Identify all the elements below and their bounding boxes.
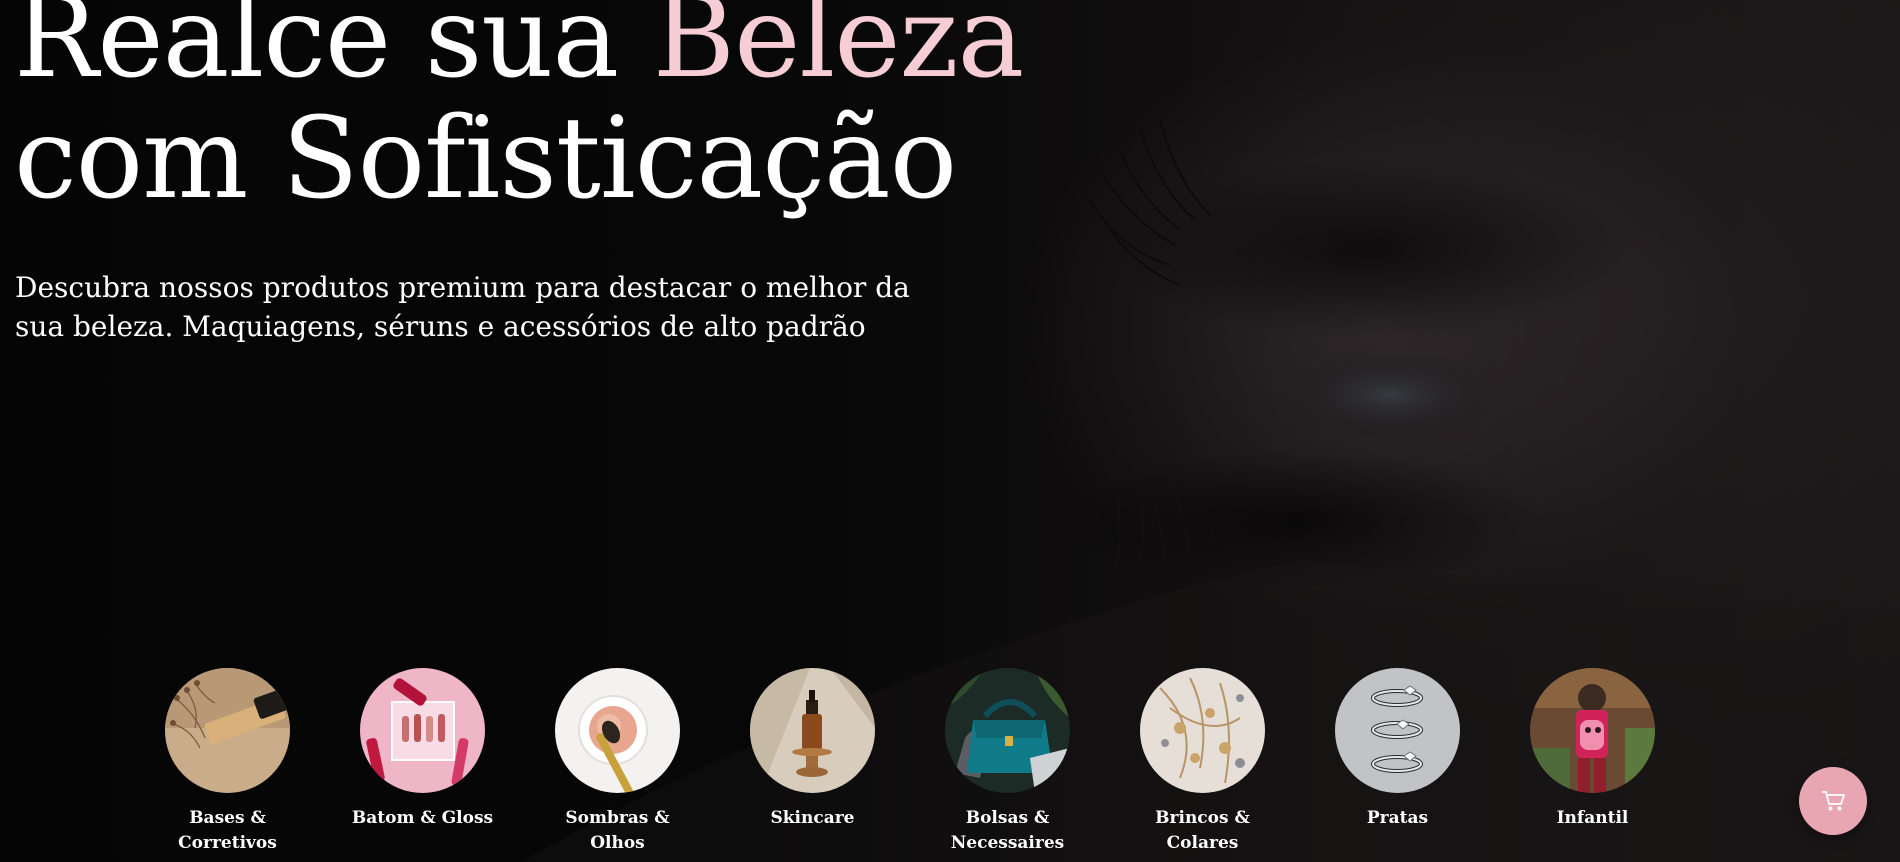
serum-bottle-image — [750, 668, 875, 793]
category-label: Bolsas & Necessaires — [950, 808, 1065, 853]
headline-second-line: com Sofisticação — [14, 94, 957, 224]
handbag-image — [945, 668, 1070, 793]
category-list: Bases & Corretivos Batom & Gloss Sombras… — [165, 668, 1655, 856]
category-label: Bases & Corretivos — [178, 808, 277, 853]
eyeshadow-brush-image — [555, 668, 680, 793]
hero-subtitle: Descubra nossos produtos premium para de… — [15, 271, 910, 343]
category-label: Brincos & Colares — [1155, 808, 1250, 853]
category-infantil[interactable]: Infantil — [1530, 668, 1655, 856]
category-skincare[interactable]: Skincare — [750, 668, 875, 856]
headline-text: Realce sua — [14, 0, 653, 103]
silver-rings-image — [1335, 668, 1460, 793]
cart-icon — [1822, 791, 1845, 811]
category-batom-gloss[interactable]: Batom & Gloss — [352, 668, 493, 856]
category-label: Pratas — [1366, 808, 1429, 828]
cart-button[interactable] — [1799, 767, 1867, 835]
lipstick-gloss-image — [360, 668, 485, 793]
category-label: Skincare — [770, 808, 855, 828]
foundation-product-image — [165, 668, 290, 793]
headline-accent-text: Beleza — [652, 0, 1024, 103]
category-sombras-olhos[interactable]: Sombras & Olhos — [555, 668, 680, 856]
category-label: Sombras & Olhos — [565, 808, 670, 853]
hero-section: Realce sua Beleza com Sofisticação Descu… — [0, 0, 1900, 862]
category-brincos-colares[interactable]: Brincos & Colares — [1140, 668, 1265, 856]
category-bolsas-necessaires[interactable]: Bolsas & Necessaires — [945, 668, 1070, 856]
category-pratas[interactable]: Pratas — [1335, 668, 1460, 856]
category-bases-corretivos[interactable]: Bases & Corretivos — [165, 668, 290, 856]
category-label: Batom & Gloss — [351, 808, 494, 828]
category-label: Infantil — [1556, 808, 1629, 828]
jewelry-image — [1140, 668, 1265, 793]
hero-headline: Realce sua Beleza com Sofisticação — [14, 0, 1024, 220]
kids-backpack-image — [1530, 668, 1655, 793]
